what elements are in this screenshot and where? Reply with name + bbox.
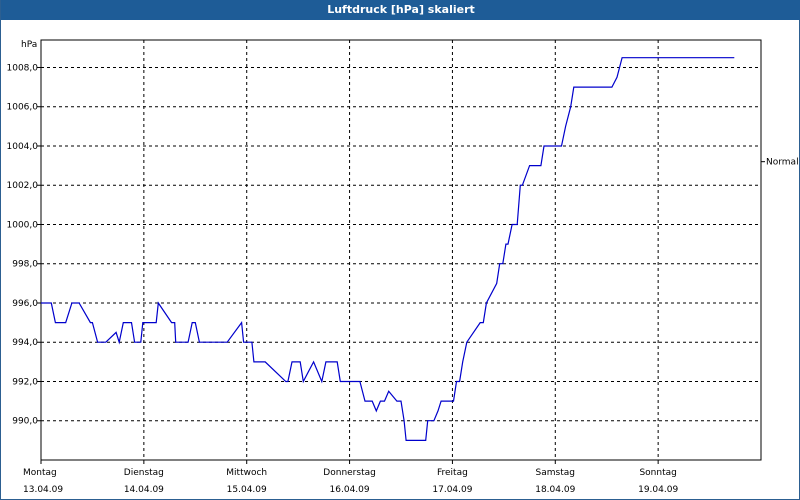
- y-tick-label: 994,0: [12, 338, 38, 348]
- x-tick-label-weekday: Samstag: [536, 468, 575, 478]
- y-tick-label: 1000,0: [7, 220, 39, 230]
- x-tick-label-weekday: Montag: [23, 468, 57, 478]
- chart-window: Luftdruck [hPa] skaliert 990,0 992,0 994,0…: [0, 0, 800, 500]
- x-tick-label-weekday: Dienstag: [124, 468, 164, 478]
- y-tick-label: 998,0: [12, 260, 38, 270]
- x-tick-label-date: 15.04.09: [227, 485, 267, 495]
- plot-area: [40, 39, 762, 461]
- y-tick-label: 996,0: [12, 299, 38, 309]
- x-tick-label-date: 17.04.09: [432, 485, 472, 495]
- y-tick-label: 1002,0: [7, 181, 39, 191]
- x-tick-label-weekday: Freitag: [437, 468, 468, 478]
- y-tick-label: 1008,0: [7, 63, 39, 73]
- x-tick-label-date: 13.04.09: [23, 485, 63, 495]
- x-tick-label-date: 14.04.09: [124, 485, 164, 495]
- x-tick-label-date: 19.04.09: [638, 485, 678, 495]
- y-tick-label: 992,0: [12, 377, 38, 387]
- x-tick-label-weekday: Mittwoch: [226, 468, 267, 478]
- y-tick-label: 990,0: [12, 417, 38, 427]
- x-tick-label-weekday: Sonntag: [639, 468, 676, 478]
- y-tick-label: 1006,0: [7, 103, 39, 113]
- y-axis-label: hPa: [21, 40, 37, 50]
- reference-label: Normal: [766, 158, 799, 168]
- x-tick-label-date: 16.04.09: [330, 485, 370, 495]
- x-tick-label-weekday: Donnerstag: [323, 468, 376, 478]
- x-tick-label-date: 18.04.09: [535, 485, 575, 495]
- y-tick-label: 1004,0: [7, 142, 39, 152]
- chart-svg: 990,0 992,0 994,0 996,0 998,0 1000,0 1002,0 100…: [7, 39, 799, 495]
